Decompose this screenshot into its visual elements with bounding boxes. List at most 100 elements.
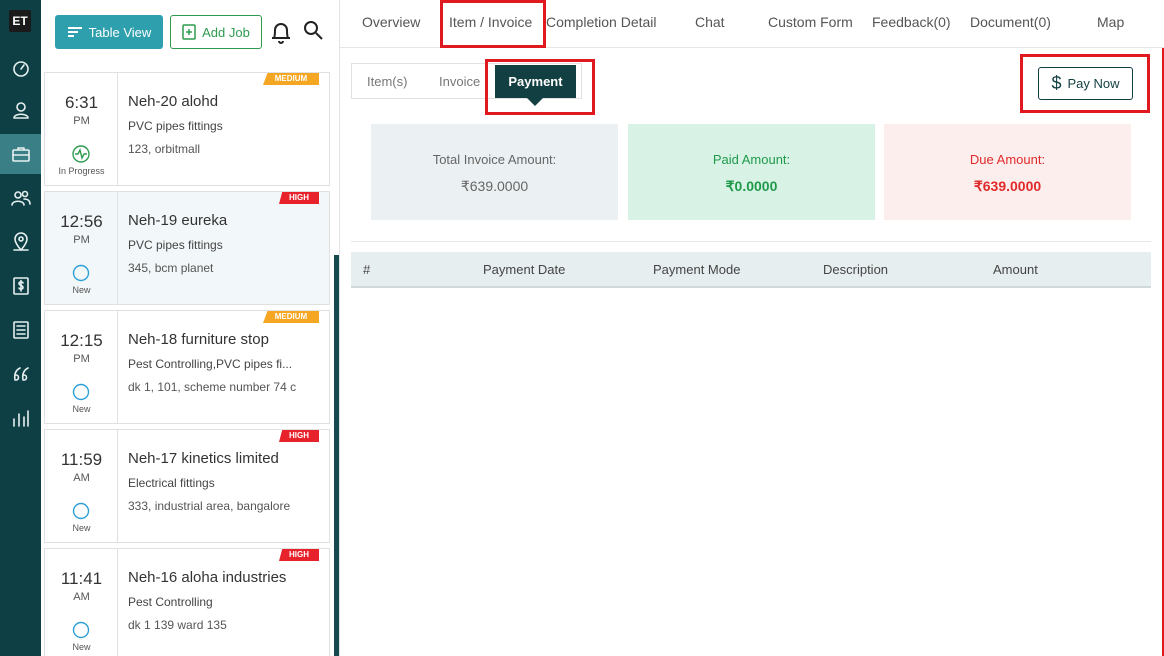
paid-amount-label: Paid Amount:: [712, 152, 791, 167]
job-time: 12:15: [60, 331, 103, 350]
users-icon[interactable]: [0, 178, 41, 218]
job-title: Neh-17 kinetics limited: [128, 450, 279, 467]
circle-icon: [72, 264, 90, 282]
job-time: 6:31: [64, 93, 99, 112]
total-invoice-value: ₹639.0000: [460, 178, 529, 194]
job-list-panel: Table View Add Job 6:31 PM In Progress N…: [41, 0, 340, 656]
quote-icon[interactable]: [0, 354, 41, 394]
job-title: Neh-18 furniture stop: [128, 331, 269, 348]
tab-feedback[interactable]: Feedback(0): [872, 14, 951, 30]
briefcase-icon[interactable]: [0, 134, 41, 174]
job-ampm: AM: [73, 591, 90, 603]
priority-badge: MEDIUM: [263, 311, 319, 323]
payments-table-header: # Payment Date Payment Mode Description …: [351, 252, 1151, 288]
job-card[interactable]: 12:15 PM New Neh-18 furniture stop Pest …: [44, 310, 330, 424]
job-time-column: 11:59 AM New: [45, 430, 118, 542]
tab-completion-detail[interactable]: Completion Detail: [546, 14, 657, 30]
column-description: Description: [823, 262, 889, 277]
job-card[interactable]: 11:59 AM New Neh-17 kinetics limited Ele…: [44, 429, 330, 543]
bar-chart-icon[interactable]: [0, 398, 41, 438]
priority-badge: HIGH: [279, 430, 319, 442]
subtab-items[interactable]: Item(s): [367, 74, 407, 89]
table-view-label: Table View: [88, 24, 152, 40]
job-time-column: 6:31 PM In Progress: [45, 73, 118, 185]
job-card-list: 6:31 PM In Progress Neh-20 alohd PVC pip…: [41, 64, 340, 656]
dollar-icon[interactable]: [0, 266, 41, 306]
job-address: dk 1, 101, scheme number 74 c: [128, 380, 297, 394]
priority-badge: HIGH: [279, 192, 319, 204]
job-address: 345, bcm planet: [128, 261, 214, 275]
circle-icon: [72, 383, 90, 401]
tab-map[interactable]: Map: [1097, 14, 1124, 30]
add-file-icon: [182, 24, 196, 40]
map-pin-icon[interactable]: [0, 222, 41, 262]
subtab-invoice[interactable]: Invoice: [439, 74, 480, 89]
circle-icon: [72, 621, 90, 639]
column-index: #: [363, 262, 371, 277]
user-icon[interactable]: [0, 90, 41, 130]
total-invoice-card: Total Invoice Amount: ₹639.0000: [371, 124, 618, 220]
job-card[interactable]: 11:41 AM New Neh-16 aloha industries Pes…: [44, 548, 330, 656]
job-service: Electrical fittings: [128, 476, 215, 490]
job-address: 123, orbitmall: [128, 142, 201, 156]
job-title: Neh-16 aloha industries: [128, 569, 287, 586]
tab-custom-form[interactable]: Custom Form: [768, 14, 853, 30]
job-time-column: 12:15 PM New: [45, 311, 118, 423]
due-amount-value: ₹639.0000: [973, 178, 1042, 194]
job-time: 11:59: [60, 450, 103, 469]
tab-chat[interactable]: Chat: [695, 14, 725, 30]
job-detail-panel: Overview Item / Invoice Completion Detai…: [340, 0, 1164, 656]
column-payment-date: Payment Date: [483, 262, 566, 277]
job-title: Neh-20 alohd: [128, 93, 219, 110]
list-lines-icon: [67, 27, 82, 37]
add-job-button[interactable]: Add Job: [170, 15, 262, 49]
circle-icon: [72, 502, 90, 520]
left-nav-rail: ET: [0, 0, 41, 656]
tab-document[interactable]: Document(0): [970, 14, 1051, 30]
job-service: PVC pipes fittings: [128, 238, 223, 252]
job-status: New: [72, 404, 91, 414]
job-address: dk 1 139 ward 135: [128, 618, 227, 632]
add-job-label: Add Job: [202, 24, 250, 40]
job-ampm: PM: [73, 115, 90, 127]
search-icon[interactable]: [303, 20, 323, 40]
job-ampm: PM: [73, 353, 90, 365]
highlight-payment-subtab: [485, 59, 595, 115]
column-payment-mode: Payment Mode: [653, 262, 741, 277]
job-list-scrollbar[interactable]: [334, 255, 339, 656]
job-ampm: AM: [73, 472, 90, 484]
job-status: New: [72, 642, 91, 652]
job-service: Pest Controlling: [128, 595, 213, 609]
highlight-pay-now-button: [1020, 54, 1150, 113]
job-address: 333, industrial area, bangalore: [128, 499, 291, 513]
job-list-toolbar: Table View Add Job: [41, 0, 340, 64]
job-service: PVC pipes fittings: [128, 119, 223, 133]
paid-amount-card: Paid Amount: ₹0.0000: [628, 124, 875, 220]
bell-icon[interactable]: [270, 20, 292, 44]
job-title: Neh-19 eureka: [128, 212, 228, 229]
app-logo[interactable]: ET: [9, 10, 31, 32]
job-card[interactable]: 6:31 PM In Progress Neh-20 alohd PVC pip…: [44, 72, 330, 186]
due-amount-card: Due Amount: ₹639.0000: [884, 124, 1131, 220]
job-status: In Progress: [58, 166, 105, 176]
tab-overview[interactable]: Overview: [362, 14, 420, 30]
app-root: ET Table View Add Job 6:31 PM In Progres…: [0, 0, 1164, 656]
job-card[interactable]: 12:56 PM New Neh-19 eureka PVC pipes fit…: [44, 191, 330, 305]
job-time: 11:41: [60, 569, 103, 588]
job-status: New: [72, 285, 91, 295]
job-time-column: 11:41 AM New: [45, 549, 118, 656]
total-invoice-label: Total Invoice Amount:: [432, 152, 557, 167]
job-time-column: 12:56 PM New: [45, 192, 118, 304]
section-divider: [351, 241, 1151, 242]
job-time: 12:56: [60, 212, 103, 231]
job-service: Pest Controlling,PVC pipes fi...: [128, 357, 293, 371]
column-amount: Amount: [993, 262, 1038, 277]
priority-badge: MEDIUM: [263, 73, 319, 85]
highlight-item-invoice-tab: [440, 0, 546, 48]
job-ampm: PM: [73, 234, 90, 246]
job-status: New: [72, 523, 91, 533]
dashboard-icon[interactable]: [0, 48, 41, 88]
table-view-button[interactable]: Table View: [55, 15, 163, 49]
due-amount-label: Due Amount:: [969, 152, 1046, 167]
list-icon[interactable]: [0, 310, 41, 350]
